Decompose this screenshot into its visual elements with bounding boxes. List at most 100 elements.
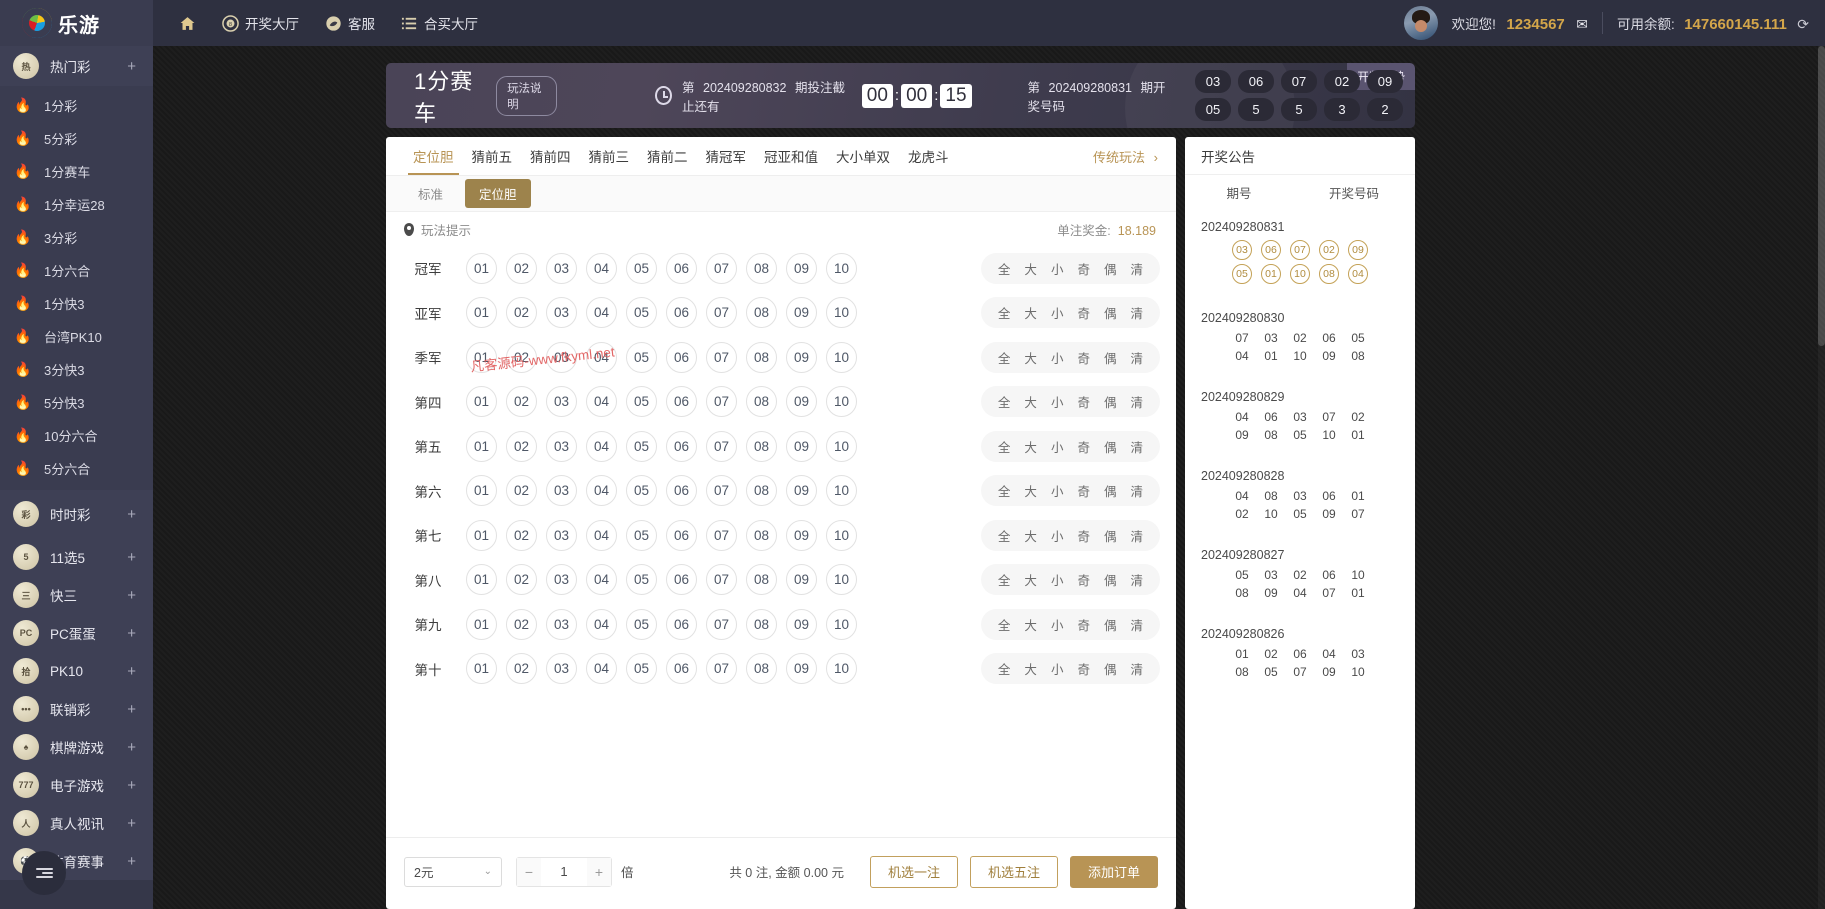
sidebar-item-1fenliuhe[interactable]: 🔥1分六合 — [0, 254, 153, 287]
quick-even[interactable]: 偶 — [1097, 570, 1124, 589]
number-ball[interactable]: 09 — [786, 386, 817, 417]
number-ball[interactable]: 08 — [746, 253, 777, 284]
number-ball[interactable]: 05 — [626, 386, 657, 417]
list-item[interactable]: 202409280831 03 06 07 02 09 05 01 10 08 … — [1185, 209, 1415, 300]
number-ball[interactable]: 10 — [826, 475, 857, 506]
number-ball[interactable]: 01 — [466, 297, 497, 328]
expand-plus-icon[interactable]: + — [127, 739, 140, 756]
sidebar-group-hot[interactable]: 热 热门彩 + — [0, 46, 153, 86]
tip-label[interactable]: 玩法提示 — [421, 220, 471, 239]
number-ball[interactable]: 01 — [466, 475, 497, 506]
number-ball[interactable]: 05 — [626, 653, 657, 684]
quick-all[interactable]: 全 — [991, 659, 1018, 678]
number-ball[interactable]: 10 — [826, 520, 857, 551]
multiplier-input[interactable]: 1 — [541, 864, 587, 879]
number-ball[interactable]: 06 — [666, 564, 697, 595]
tab-caiguanjun[interactable]: 猜冠军 — [697, 146, 756, 175]
number-ball[interactable]: 10 — [826, 342, 857, 373]
quick-big[interactable]: 大 — [1017, 659, 1044, 678]
number-ball[interactable]: 07 — [706, 431, 737, 462]
quick-odd[interactable]: 奇 — [1070, 481, 1097, 500]
number-ball[interactable]: 09 — [786, 564, 817, 595]
random-five-button[interactable]: 机选五注 — [970, 856, 1058, 888]
number-ball[interactable]: 03 — [546, 297, 577, 328]
sidebar-item-1fenxingyun28[interactable]: 🔥1分幸运28 — [0, 188, 153, 221]
number-ball[interactable]: 02 — [506, 520, 537, 551]
stepper-minus-button[interactable]: − — [517, 858, 541, 886]
avatar[interactable] — [1404, 6, 1438, 40]
quick-clear[interactable]: 清 — [1123, 348, 1150, 367]
sidebar-group-live[interactable]: 人 真人视讯 + — [0, 804, 153, 842]
number-ball[interactable]: 10 — [826, 431, 857, 462]
sidebar-group-kuaisan[interactable]: 三 快三 + — [0, 576, 153, 614]
quick-small[interactable]: 小 — [1044, 437, 1071, 456]
number-ball[interactable]: 07 — [706, 564, 737, 595]
quick-even[interactable]: 偶 — [1097, 259, 1124, 278]
unit-select[interactable]: 2元 ⌄ — [404, 857, 502, 887]
number-ball[interactable]: 09 — [786, 653, 817, 684]
quick-odd[interactable]: 奇 — [1070, 303, 1097, 322]
number-ball[interactable]: 09 — [786, 609, 817, 640]
quick-big[interactable]: 大 — [1017, 259, 1044, 278]
number-ball[interactable]: 06 — [666, 342, 697, 373]
nav-home[interactable] — [179, 15, 196, 32]
number-ball[interactable]: 06 — [666, 609, 697, 640]
number-ball[interactable]: 05 — [626, 342, 657, 373]
quick-even[interactable]: 偶 — [1097, 437, 1124, 456]
expand-plus-icon[interactable]: + — [127, 853, 140, 870]
number-ball[interactable]: 09 — [786, 475, 817, 506]
sidebar-item-3fenkuai3[interactable]: 🔥3分快3 — [0, 353, 153, 386]
number-ball[interactable]: 03 — [546, 653, 577, 684]
tab-caiqianwu[interactable]: 猜前五 — [463, 146, 522, 175]
quick-clear[interactable]: 清 — [1123, 481, 1150, 500]
number-ball[interactable]: 05 — [626, 297, 657, 328]
number-ball[interactable]: 04 — [586, 653, 617, 684]
list-item[interactable]: 202409280828 04 08 03 06 01 02 10 05 09 … — [1185, 458, 1415, 537]
number-ball[interactable]: 09 — [786, 520, 817, 551]
quick-all[interactable]: 全 — [991, 481, 1018, 500]
number-ball[interactable]: 06 — [666, 431, 697, 462]
rule-button[interactable]: 玩法说明 — [496, 76, 557, 116]
number-ball[interactable]: 06 — [666, 475, 697, 506]
expand-plus-icon[interactable]: + — [127, 625, 140, 642]
quick-big[interactable]: 大 — [1017, 615, 1044, 634]
quick-even[interactable]: 偶 — [1097, 526, 1124, 545]
number-ball[interactable]: 02 — [506, 253, 537, 284]
quick-all[interactable]: 全 — [991, 526, 1018, 545]
number-ball[interactable]: 04 — [586, 609, 617, 640]
sidebar-group-pcegg[interactable]: PC PC蛋蛋 + — [0, 614, 153, 652]
quick-all[interactable]: 全 — [991, 392, 1018, 411]
quick-small[interactable]: 小 — [1044, 526, 1071, 545]
number-ball[interactable]: 08 — [746, 431, 777, 462]
expand-plus-icon[interactable]: + — [127, 506, 140, 523]
tab-caiqianer[interactable]: 猜前二 — [638, 146, 697, 175]
number-ball[interactable]: 06 — [666, 520, 697, 551]
tab-longhudou[interactable]: 龙虎斗 — [899, 146, 958, 175]
quick-big[interactable]: 大 — [1017, 481, 1044, 500]
number-ball[interactable]: 04 — [586, 564, 617, 595]
sidebar-item-5fenkuai3[interactable]: 🔥5分快3 — [0, 386, 153, 419]
number-ball[interactable]: 05 — [626, 520, 657, 551]
number-ball[interactable]: 09 — [786, 297, 817, 328]
quick-clear[interactable]: 清 — [1123, 259, 1150, 278]
quick-small[interactable]: 小 — [1044, 570, 1071, 589]
number-ball[interactable]: 04 — [586, 386, 617, 417]
sidebar-item-5fencai[interactable]: 🔥5分彩 — [0, 122, 153, 155]
expand-plus-icon[interactable]: + — [127, 663, 140, 680]
quick-odd[interactable]: 奇 — [1070, 526, 1097, 545]
quick-all[interactable]: 全 — [991, 303, 1018, 322]
quick-even[interactable]: 偶 — [1097, 615, 1124, 634]
quick-small[interactable]: 小 — [1044, 259, 1071, 278]
number-ball[interactable]: 08 — [746, 386, 777, 417]
number-ball[interactable]: 08 — [746, 520, 777, 551]
tab-guanyahezhi[interactable]: 冠亚和值 — [755, 146, 827, 175]
number-ball[interactable]: 03 — [546, 520, 577, 551]
sidebar-item-1fencai[interactable]: 🔥1分彩 — [0, 89, 153, 122]
expand-plus-icon[interactable]: + — [127, 58, 140, 75]
number-ball[interactable]: 07 — [706, 342, 737, 373]
subtab-standard[interactable]: 标准 — [404, 179, 457, 208]
number-ball[interactable]: 09 — [786, 253, 817, 284]
number-ball[interactable]: 01 — [466, 431, 497, 462]
number-ball[interactable]: 03 — [546, 386, 577, 417]
number-ball[interactable]: 02 — [506, 297, 537, 328]
